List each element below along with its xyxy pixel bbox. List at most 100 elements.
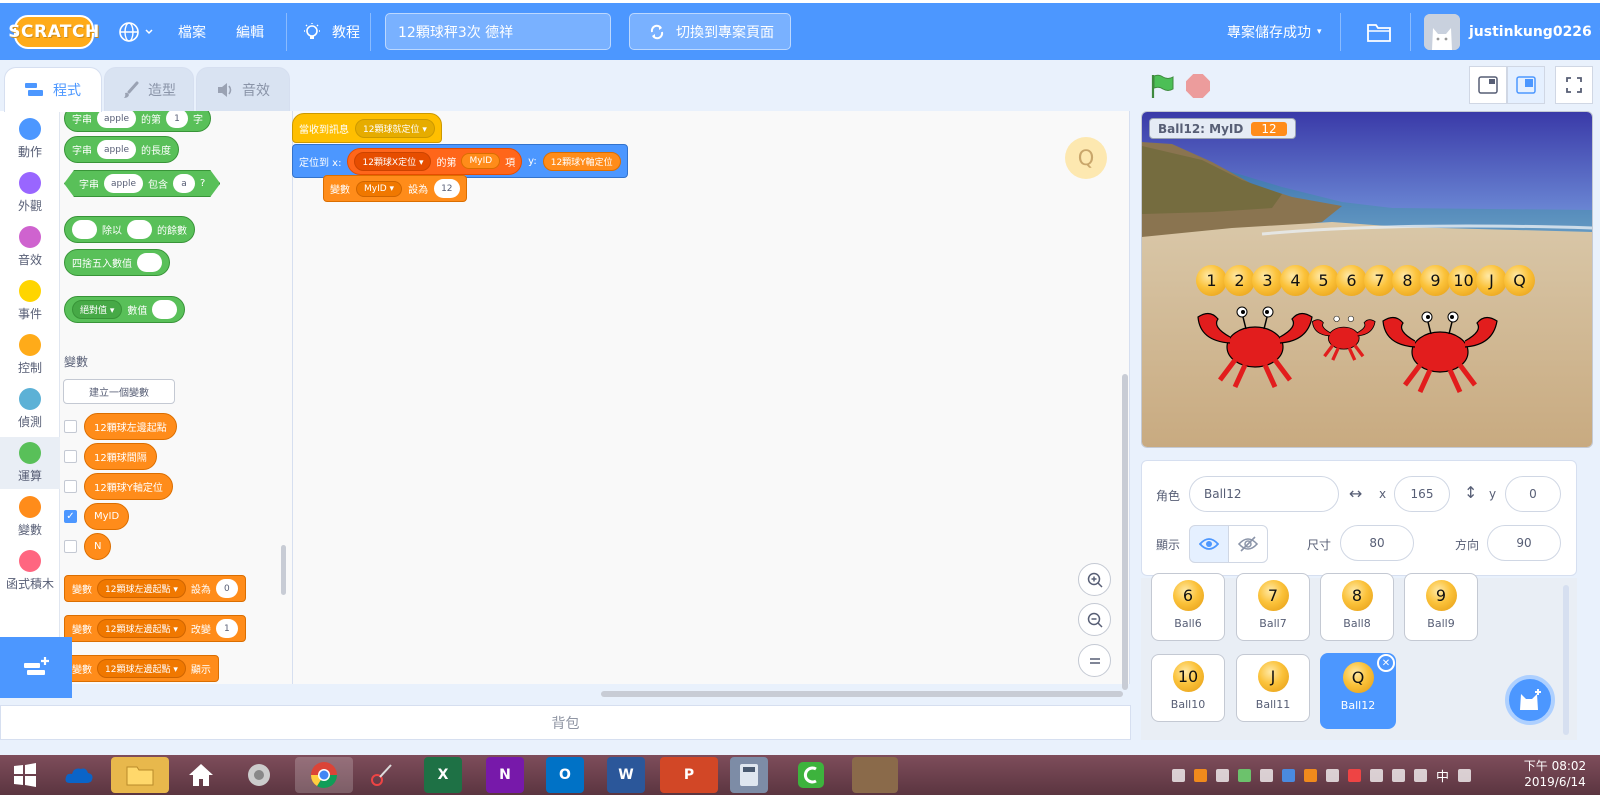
- see-project-page-button[interactable]: 切換到專案頁面: [629, 13, 791, 50]
- show-sprite-button[interactable]: [1189, 525, 1229, 563]
- sprite-list-scrollbar[interactable]: [1563, 585, 1569, 735]
- stage-ball-sprite[interactable]: 6: [1336, 265, 1367, 296]
- word-icon[interactable]: W: [607, 757, 645, 793]
- variable-reporter[interactable]: 12顆球Y軸定位: [84, 473, 173, 500]
- add-extension-button[interactable]: [0, 637, 72, 698]
- sprite-name-input[interactable]: Ball12: [1189, 476, 1339, 512]
- block-dropdown[interactable]: 12顆球左邊起點 ▾: [97, 579, 186, 598]
- tray-icon[interactable]: [1216, 768, 1229, 782]
- speaker-icon[interactable]: [240, 757, 278, 793]
- project-title-input[interactable]: 12顆球秤3次 德祥: [385, 13, 611, 50]
- category-sound[interactable]: 音效: [0, 221, 60, 273]
- backpack[interactable]: 背包: [0, 705, 1131, 740]
- block-goto-xy[interactable]: 定位到 x: 12顆球X定位 ▾ 的第 MyID 項 y: 12顆球Y軸定位: [292, 144, 628, 178]
- tray-icon[interactable]: [1414, 768, 1427, 782]
- taskbar-clock[interactable]: 下午 08:02 2019/6/14: [1515, 758, 1595, 790]
- delete-sprite-icon[interactable]: ✕: [1377, 654, 1395, 672]
- snipping-tool-icon[interactable]: [363, 757, 401, 793]
- onenote-icon[interactable]: N: [486, 757, 524, 793]
- stage-ball-sprite[interactable]: 9: [1420, 265, 1451, 296]
- x-position-input[interactable]: 165: [1394, 476, 1450, 512]
- stop-button[interactable]: [1186, 74, 1210, 98]
- stage-ball-sprite[interactable]: Q: [1504, 265, 1535, 296]
- block-set-variable[interactable]: 變數 MyID ▾ 設為 12: [323, 175, 467, 202]
- save-status-menu[interactable]: 專案儲存成功 ▾: [1227, 3, 1322, 60]
- scratch-logo[interactable]: SCRATCH: [8, 15, 99, 49]
- block-when-receive[interactable]: 當收到訊息 12顆球就定位 ▾: [292, 113, 442, 143]
- tray-icon[interactable]: [1238, 768, 1251, 782]
- stage-ball-sprite[interactable]: 10: [1448, 265, 1479, 296]
- block-change-variable[interactable]: 變數 12顆球左邊起點 ▾ 改變 1: [64, 615, 246, 642]
- tray-icon[interactable]: [1392, 768, 1405, 782]
- tray-icon[interactable]: [1370, 768, 1383, 782]
- zoom-out-button[interactable]: [1078, 603, 1111, 636]
- chrome-icon[interactable]: [295, 757, 353, 793]
- calculator-icon[interactable]: [730, 757, 768, 793]
- normal-stage-button[interactable]: [1507, 66, 1545, 104]
- notification-icon[interactable]: [1458, 768, 1472, 782]
- account-menu[interactable]: justinkung0226 ▾: [1469, 3, 1600, 60]
- onedrive-icon[interactable]: [60, 757, 98, 793]
- tab-sounds[interactable]: 音效: [196, 67, 290, 112]
- block-input[interactable]: 1: [215, 619, 238, 638]
- edit-menu[interactable]: 編輯: [236, 3, 264, 60]
- make-variable-button[interactable]: 建立一個變數: [63, 379, 175, 404]
- sprite-tile[interactable]: 6 Ball6: [1151, 573, 1225, 641]
- block-dropdown[interactable]: 12顆球左邊起點 ▾: [97, 659, 186, 678]
- block-dropdown[interactable]: 12顆球左邊起點 ▾: [97, 619, 186, 638]
- block-input[interactable]: [137, 253, 162, 272]
- avatar[interactable]: [1424, 14, 1460, 50]
- block-input[interactable]: [127, 220, 152, 239]
- block-variable-reporter[interactable]: MyID: [461, 153, 501, 169]
- outlook-icon[interactable]: O: [546, 757, 584, 793]
- tab-costumes[interactable]: 造型: [104, 67, 194, 112]
- block-input[interactable]: apple: [97, 111, 136, 128]
- stage-ball-sprite[interactable]: 1: [1196, 265, 1227, 296]
- workspace-vertical-scrollbar[interactable]: [1122, 374, 1128, 690]
- block-input[interactable]: [72, 220, 97, 239]
- block-dropdown[interactable]: MyID ▾: [356, 180, 403, 197]
- category-control[interactable]: 控制: [0, 329, 60, 381]
- block-contains[interactable]: 字串 apple 包含 a ?: [64, 170, 220, 197]
- block-round[interactable]: 四捨五入數值: [64, 249, 170, 276]
- my-stuff-button[interactable]: [1366, 3, 1392, 60]
- block-input[interactable]: apple: [104, 174, 143, 193]
- size-input[interactable]: 80: [1340, 525, 1414, 561]
- variable-reporter[interactable]: 12顆球間隔: [84, 443, 157, 470]
- stage-ball-sprite[interactable]: 2: [1224, 265, 1255, 296]
- fullscreen-button[interactable]: [1555, 66, 1593, 104]
- category-my-blocks[interactable]: 函式積木: [0, 545, 60, 597]
- block-input[interactable]: [152, 300, 178, 319]
- block-show-variable[interactable]: 變數 12顆球左邊起點 ▾ 顯示: [64, 655, 219, 682]
- sprite-tile[interactable]: 10 Ball10: [1151, 654, 1225, 722]
- tray-icon[interactable]: [1304, 768, 1317, 782]
- block-input[interactable]: 1: [165, 111, 188, 128]
- direction-input[interactable]: 90: [1487, 525, 1561, 561]
- block-math-op[interactable]: 絕對值 ▾ 數值: [64, 296, 186, 323]
- block-mod[interactable]: 除以 的餘數: [64, 216, 195, 243]
- stage-ball-sprite[interactable]: 5: [1308, 265, 1339, 296]
- variable-checkbox[interactable]: [64, 450, 77, 463]
- tray-icon[interactable]: [1260, 768, 1273, 782]
- stage-ball-sprite[interactable]: 4: [1280, 265, 1311, 296]
- block-input[interactable]: 0: [215, 579, 238, 598]
- block-letter-of[interactable]: 字串 apple 的第 1 字: [64, 111, 211, 132]
- workspace-horizontal-scrollbar[interactable]: [601, 691, 1123, 697]
- variable-checkbox[interactable]: [64, 540, 77, 553]
- small-stage-button[interactable]: [1469, 66, 1507, 104]
- stage-ball-sprite[interactable]: 7: [1364, 265, 1395, 296]
- block-set-variable[interactable]: 變數 12顆球左邊起點 ▾ 設為 0: [64, 575, 246, 602]
- variable-reporter[interactable]: MyID: [84, 503, 130, 530]
- variable-checkbox[interactable]: [64, 480, 77, 493]
- variable-reporter[interactable]: 12顆球左邊起點: [84, 413, 177, 440]
- hide-sprite-button[interactable]: [1228, 525, 1268, 563]
- stage-ball-sprite[interactable]: 8: [1392, 265, 1423, 296]
- category-looks[interactable]: 外觀: [0, 167, 60, 219]
- tray-icon[interactable]: [1172, 768, 1185, 782]
- add-sprite-button[interactable]: [1505, 675, 1555, 725]
- block-item-of-list[interactable]: 12顆球X定位 ▾ 的第 MyID 項: [347, 147, 523, 175]
- category-events[interactable]: 事件: [0, 275, 60, 327]
- sprite-tile-selected[interactable]: Q Ball12 ✕: [1320, 653, 1396, 729]
- category-variables[interactable]: 變數: [0, 491, 60, 543]
- variable-checkbox[interactable]: [64, 420, 77, 433]
